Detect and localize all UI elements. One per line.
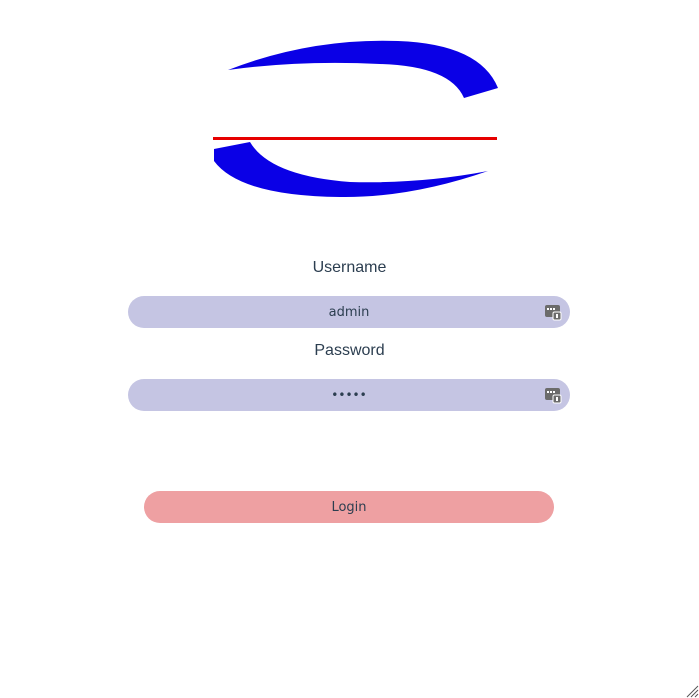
password-input[interactable]	[128, 379, 570, 411]
password-label: Password	[314, 342, 385, 359]
password-manager-key-icon[interactable]	[545, 387, 562, 404]
brand-logo-icon	[213, 40, 498, 198]
login-page: Username Password Login	[0, 0, 699, 698]
password-field-container	[128, 379, 570, 411]
resize-grip-icon[interactable]	[685, 684, 699, 698]
login-button[interactable]: Login	[144, 491, 554, 523]
username-input[interactable]	[128, 296, 570, 328]
username-label: Username	[312, 259, 387, 276]
password-manager-key-icon[interactable]	[545, 304, 562, 321]
username-field-container	[128, 296, 570, 328]
